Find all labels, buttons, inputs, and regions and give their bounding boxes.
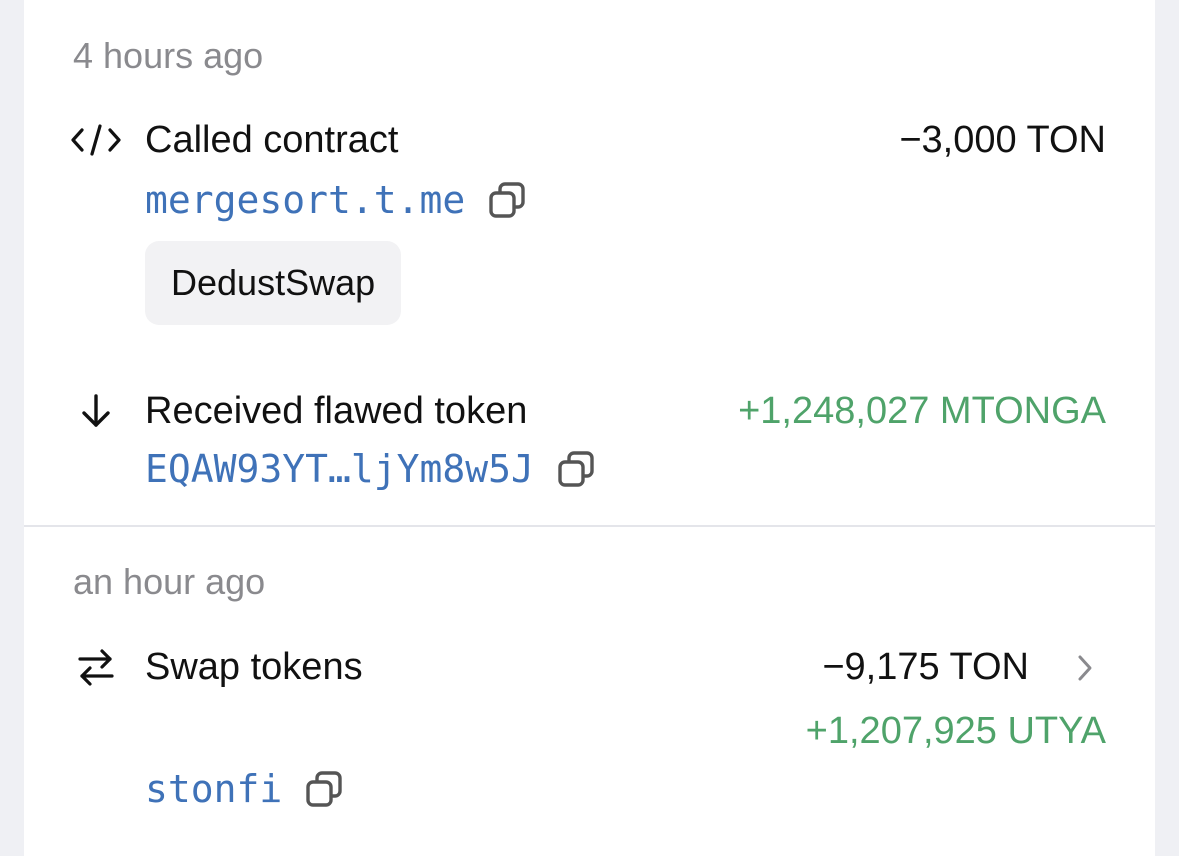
- event-amount-in: +1,207,925 UTYA: [805, 710, 1106, 752]
- event-amount: +1,248,027 MTONGA: [738, 390, 1106, 432]
- group-timestamp: 4 hours ago: [73, 35, 264, 76]
- event-title: Swap tokens: [145, 646, 363, 688]
- token-address: EQAW93YT…ljYm8w5J: [145, 447, 598, 491]
- address-link[interactable]: stonfi: [145, 770, 282, 808]
- address-link[interactable]: EQAW93YT…ljYm8w5J: [145, 450, 534, 488]
- copy-icon[interactable]: [302, 767, 346, 811]
- event-amount-out: −9,175 TON: [822, 646, 1029, 688]
- contract-tag: DedustSwap: [145, 241, 402, 325]
- event-amount: −3,000 TON: [899, 119, 1106, 161]
- address-link[interactable]: mergesort.t.me: [145, 181, 465, 219]
- contract-address: mergesort.t.me: [145, 178, 529, 222]
- transaction-history-panel: 4 hours ago Called contract −3,000 TON m…: [24, 0, 1155, 856]
- copy-icon[interactable]: [485, 178, 529, 222]
- arrow-down-icon: [66, 389, 126, 433]
- swap-arrows-icon: [66, 645, 126, 689]
- dex-address: stonfi: [145, 767, 346, 811]
- group-divider: [24, 525, 1155, 527]
- chevron-right-icon[interactable]: [1070, 648, 1100, 688]
- event-title: Received flawed token: [145, 390, 528, 432]
- group-timestamp: an hour ago: [73, 561, 266, 602]
- event-title: Called contract: [145, 119, 399, 161]
- copy-icon[interactable]: [554, 447, 598, 491]
- code-icon: [66, 118, 126, 162]
